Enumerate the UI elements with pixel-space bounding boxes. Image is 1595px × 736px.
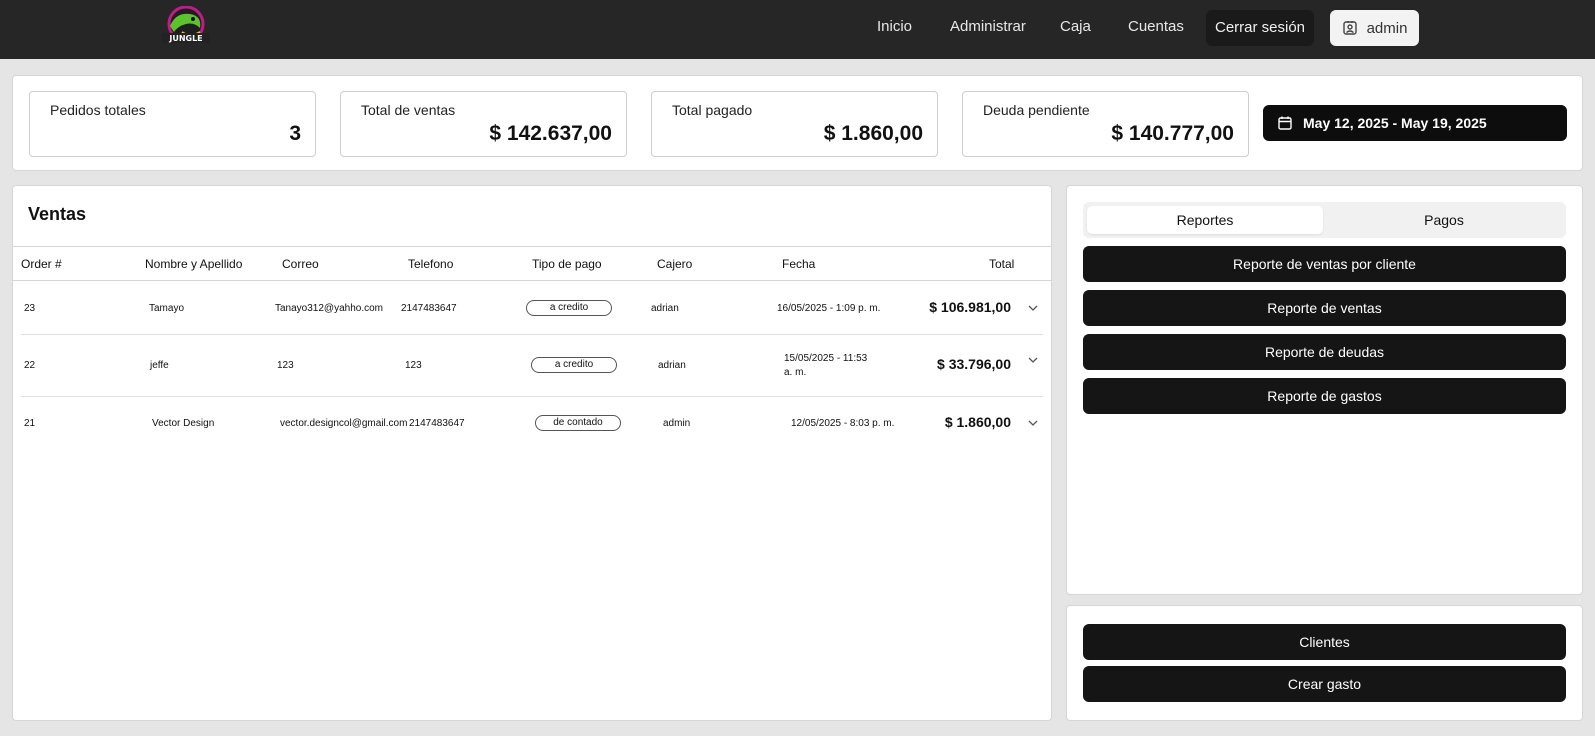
date-range-picker[interactable]: May 12, 2025 - May 19, 2025: [1263, 105, 1567, 141]
stat-value: $ 140.777,00: [1111, 122, 1234, 145]
stat-value: $ 1.860,00: [823, 122, 923, 145]
stat-label: Pedidos totales: [50, 102, 146, 118]
order-number: 21: [24, 418, 36, 429]
order-total: $ 106.981,00: [929, 299, 1011, 315]
cashier: adrian: [658, 360, 686, 371]
nav-cuentas[interactable]: Cuentas: [1128, 17, 1184, 37]
logout-button[interactable]: Cerrar sesión: [1206, 10, 1314, 46]
order-number: 23: [24, 303, 36, 314]
column-header: Fecha: [782, 257, 816, 271]
reports-panel: Reportes Pagos Reporte de ventas por cli…: [1066, 185, 1583, 595]
stat-label: Total de ventas: [361, 102, 456, 118]
actions-panel: Clientes Crear gasto: [1066, 605, 1583, 721]
stat-value: $ 142.637,00: [489, 122, 612, 145]
cashier: admin: [663, 418, 691, 429]
stat-card-total-sales: Total de ventas $ 142.637,00: [340, 91, 627, 157]
order-date: 16/05/2025 - 1:09 p. m.: [777, 303, 881, 314]
stats-panel: Pedidos totales 3 Total de ventas $ 142.…: [12, 75, 1583, 171]
payment-type-badge: de contado: [535, 415, 621, 431]
tab-pagos[interactable]: Pagos: [1326, 206, 1562, 234]
row-divider: [21, 334, 1043, 335]
sales-report-button[interactable]: Reporte de ventas: [1083, 290, 1566, 326]
nav-inicio[interactable]: Inicio: [877, 17, 912, 37]
column-header: Correo: [282, 257, 319, 271]
payment-type-badge: a credito: [531, 357, 617, 373]
sales-panel: Ventas Order # Nombre y Apellido Correo …: [12, 185, 1052, 721]
chevron-down-icon[interactable]: [1027, 417, 1039, 429]
svg-text:JUNGLE: JUNGLE: [168, 34, 202, 43]
customer-phone: 2147483647: [401, 303, 457, 314]
payment-type-badge: a credito: [526, 300, 612, 316]
stat-card-total-paid: Total pagado $ 1.860,00: [651, 91, 938, 157]
top-navbar: JUNGLE Inicio Administrar Caja Cuentas C…: [0, 0, 1595, 59]
user-button[interactable]: admin: [1330, 10, 1419, 46]
chevron-down-icon[interactable]: [1027, 302, 1039, 314]
customer-name: Vector Design: [152, 418, 215, 429]
nav-caja[interactable]: Caja: [1060, 17, 1091, 37]
customer-phone: 123: [405, 360, 422, 371]
column-header: Nombre y Apellido: [145, 257, 243, 271]
chevron-down-icon[interactable]: [1027, 354, 1039, 366]
stat-card-total-orders: Pedidos totales 3: [29, 91, 316, 157]
order-number: 22: [24, 360, 36, 371]
order-total: $ 33.796,00: [937, 356, 1011, 372]
stat-value: 3: [289, 122, 301, 145]
date-range-label: May 12, 2025 - May 19, 2025: [1303, 115, 1487, 131]
customer-email: Tanayo312@yahho.com: [275, 303, 383, 314]
expenses-report-button[interactable]: Reporte de gastos: [1083, 378, 1566, 414]
table-row[interactable]: 21 Vector Design vector.designcol@gmail.…: [13, 397, 1051, 453]
jungle-logo[interactable]: JUNGLE: [160, 6, 212, 46]
column-header: Total: [989, 257, 1015, 271]
order-total: $ 1.860,00: [944, 414, 1011, 430]
calendar-icon: [1278, 116, 1292, 130]
create-expense-button[interactable]: Crear gasto: [1083, 666, 1566, 702]
column-header: Order #: [21, 257, 62, 271]
nav-administrar[interactable]: Administrar: [950, 17, 1026, 37]
table-row[interactable]: 23 Tamayo Tanayo312@yahho.com 2147483647…: [13, 282, 1051, 338]
order-date: 15/05/2025 - 11:53: [784, 353, 868, 364]
sales-title: Ventas: [28, 204, 87, 224]
order-date-continued: a. m.: [784, 367, 807, 378]
stat-label: Total pagado: [672, 102, 753, 118]
customer-email: 123: [277, 360, 294, 371]
column-header: Telefono: [408, 257, 454, 271]
user-label: admin: [1366, 19, 1408, 37]
stat-label: Deuda pendiente: [983, 102, 1090, 118]
tab-reportes[interactable]: Reportes: [1087, 206, 1323, 234]
user-badge-icon: [1342, 21, 1357, 35]
column-header: Tipo de pago: [532, 257, 602, 271]
customer-name: Tamayo: [149, 303, 185, 314]
table-row[interactable]: 22 jeffe 123 123 a credito adrian 15/05/…: [13, 338, 1051, 396]
stat-card-pending-debt: Deuda pendiente $ 140.777,00: [962, 91, 1249, 157]
cashier: adrian: [651, 303, 679, 314]
table-header: Order # Nombre y Apellido Correo Telefon…: [13, 246, 1051, 281]
debts-report-button[interactable]: Reporte de deudas: [1083, 334, 1566, 370]
sales-by-customer-report-button[interactable]: Reporte de ventas por cliente: [1083, 246, 1566, 282]
customer-email: vector.designcol@gmail.com: [280, 418, 408, 429]
customer-name: jeffe: [150, 360, 169, 371]
customer-phone: 2147483647: [409, 418, 465, 429]
clients-button[interactable]: Clientes: [1083, 624, 1566, 660]
reports-tabs: Reportes Pagos: [1083, 202, 1566, 238]
order-date: 12/05/2025 - 8:03 p. m.: [791, 418, 895, 429]
column-header: Cajero: [657, 257, 693, 271]
